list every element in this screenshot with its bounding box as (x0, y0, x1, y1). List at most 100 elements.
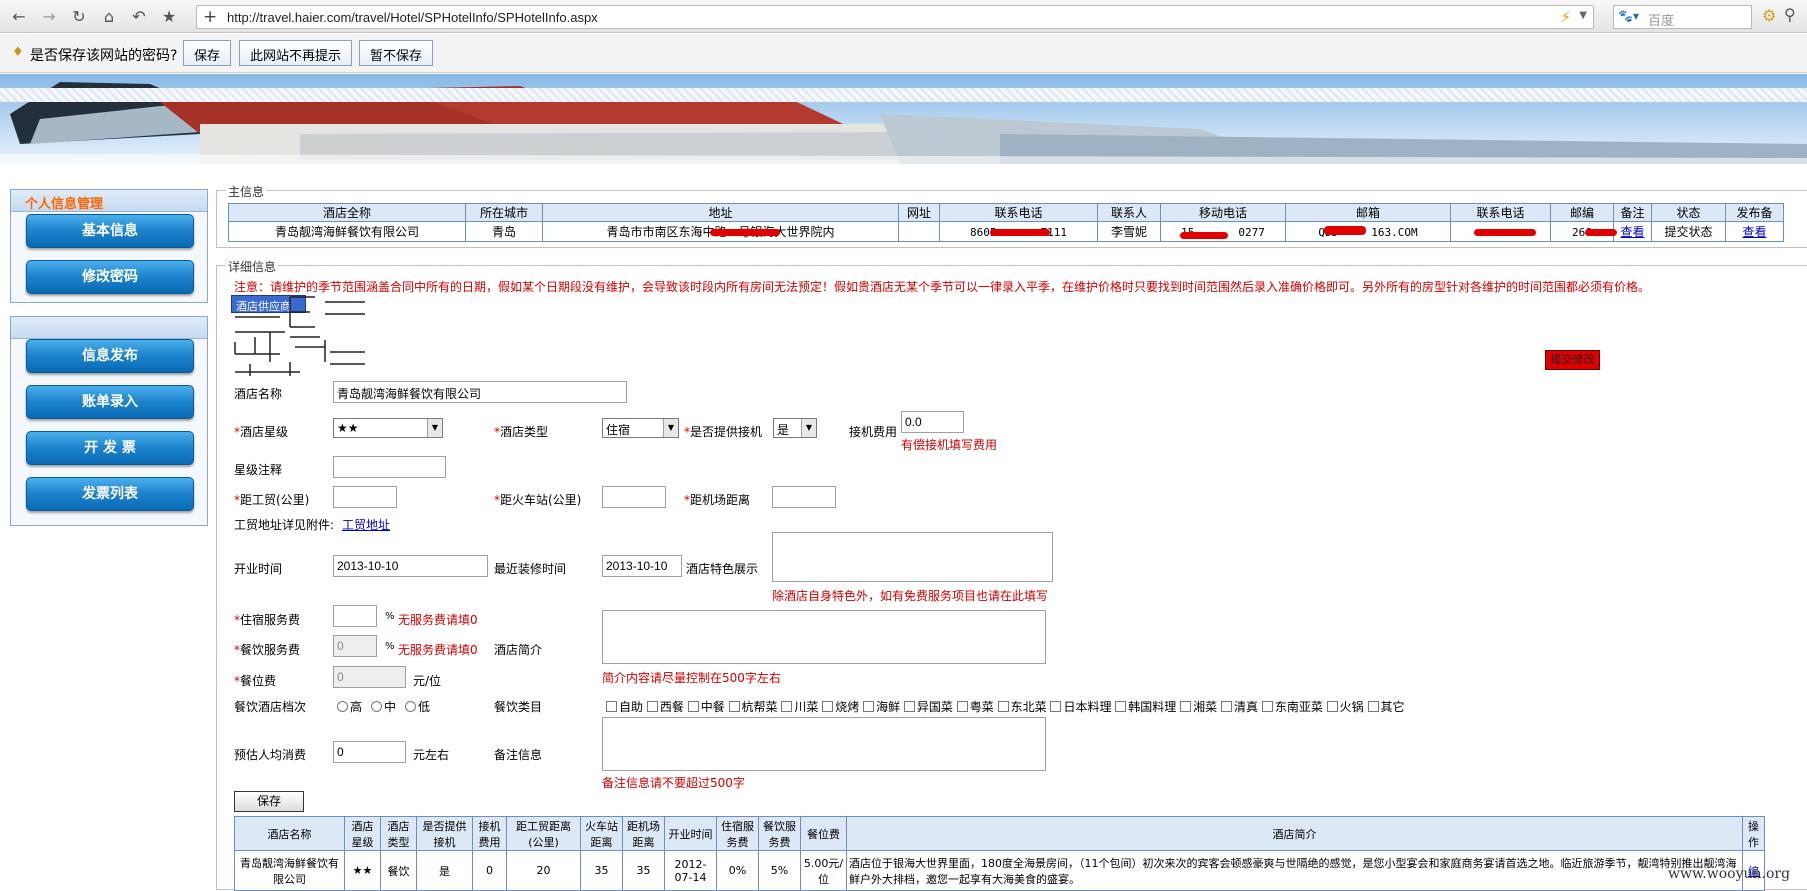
radio-icon[interactable] (337, 701, 348, 712)
chevron-down-icon[interactable]: ▼ (427, 419, 442, 437)
cuisine-checkbox[interactable]: 湘菜 (1180, 700, 1217, 714)
lightning-icon[interactable]: ⚡ (1560, 8, 1571, 26)
scribble-graphic (234, 296, 365, 376)
cuisine-checkbox[interactable]: 东北菜 (997, 700, 1047, 714)
avg-spend-label: 预估人均消费 (234, 748, 307, 762)
sidebar-section-title-empty (11, 317, 207, 339)
dist-airport-label: *距机场距离 (684, 493, 751, 507)
star-note-label: 星级注释 (234, 463, 283, 477)
search-input[interactable]: 🐾▾ 百度 (1613, 5, 1752, 29)
detail-legend: 详细信息 (226, 258, 279, 275)
cuisine-checkbox[interactable]: 火锅 (1326, 700, 1364, 714)
cuisine-checkbox[interactable]: 自助 (606, 700, 643, 714)
pickup-fee-input[interactable]: 0.0 (901, 411, 964, 433)
issue-invoice-button[interactable]: 开 发 票 (26, 431, 194, 465)
percent-sign: % (385, 641, 395, 652)
lodge-fee-input[interactable] (333, 605, 377, 627)
chevron-down-icon[interactable]: ▼ (663, 419, 678, 437)
chevron-down-icon[interactable]: ▼ (1579, 10, 1587, 21)
lodge-fee-hint: 无服务费请填0 (398, 613, 478, 627)
renov-date-input[interactable]: 2013-10-10 (602, 555, 682, 577)
bill-entry-button[interactable]: 账单录入 (26, 385, 194, 419)
not-now-button[interactable]: 暂不保存 (359, 40, 434, 66)
dining-fee-label: *餐饮服务费 (234, 643, 301, 657)
submit-edit-button[interactable]: 提交修改 (1545, 350, 1600, 370)
dist-train-input[interactable] (602, 486, 666, 508)
chevron-down-icon[interactable]: ▼ (801, 419, 816, 437)
avg-spend-input[interactable]: 0 (333, 741, 406, 763)
redaction-mark (1324, 226, 1366, 235)
email-cell: QDD 163.COM (1285, 221, 1451, 242)
search-icon[interactable]: ⚲ (1784, 5, 1796, 24)
radio-icon[interactable] (405, 701, 416, 712)
grade-radio-mid[interactable]: 中 (371, 698, 396, 715)
change-password-button[interactable]: 修改密码 (26, 260, 194, 294)
publish-info-button[interactable]: 信息发布 (26, 339, 194, 373)
trade-addr-link[interactable]: 工贸地址 (342, 516, 390, 533)
cuisine-checkbox[interactable]: 日本料理 (1050, 700, 1111, 714)
type-select[interactable]: 住宿 ▼ (602, 418, 679, 438)
reload-icon[interactable]: ↻ (68, 6, 90, 28)
grade-radio-high[interactable]: 高 (337, 698, 362, 715)
remark-label: 备注信息 (494, 748, 543, 762)
star-select[interactable]: ★★ ▼ (333, 418, 443, 438)
col-header: 火车站距离 (580, 816, 623, 851)
remark-textarea[interactable] (602, 717, 1046, 771)
col-header: 距机场距离 (622, 816, 665, 851)
intro-label: 酒店简介 (494, 643, 543, 657)
pickup-select[interactable]: 是 ▼ (773, 418, 817, 438)
forward-icon[interactable]: → (38, 6, 60, 28)
redaction-mark (1180, 232, 1228, 239)
col-header: 酒店名称 (234, 816, 345, 851)
address-bar[interactable]: + http://travel.haier.com/travel/Hotel/S… (196, 5, 1594, 29)
home-icon[interactable]: ⌂ (98, 6, 120, 28)
dining-fee-hint: 无服务费请填0 (398, 643, 478, 657)
city-cell: 青岛 (465, 221, 543, 242)
cuisine-checkbox[interactable]: 粤菜 (956, 700, 994, 714)
cuisine-checkbox[interactable]: 中餐 (687, 700, 725, 714)
grade-radio-low[interactable]: 低 (405, 698, 430, 715)
cuisine-checkbox[interactable]: 川菜 (781, 700, 818, 714)
cuisine-checkbox[interactable]: 韩国料理 (1115, 700, 1176, 714)
new-tab-icon[interactable]: + (203, 7, 217, 27)
key-icon[interactable]: ⚙ (1762, 6, 1776, 25)
sidebar-section-title: 个人信息管理 (11, 190, 207, 212)
seat-fee-input[interactable]: 0 (333, 666, 406, 688)
intro-textarea[interactable] (602, 610, 1046, 664)
cuisine-checkbox[interactable]: 其它 (1367, 700, 1405, 714)
dining-fee-input[interactable]: 0 (333, 635, 377, 657)
dist-trade-input[interactable] (333, 486, 397, 508)
col-header: 地址 (542, 203, 899, 222)
dist-trade-label: *距工贸(公里) (234, 493, 310, 507)
back-icon[interactable]: ← (8, 6, 30, 28)
cuisine-checkbox[interactable]: 杭帮菜 (728, 700, 778, 714)
star-icon[interactable]: ★ (158, 6, 180, 28)
publish-view-link[interactable]: 查看 (1742, 225, 1766, 239)
open-date-input[interactable]: 2013-10-10 (333, 555, 488, 577)
cuisine-checkbox[interactable]: 清真 (1220, 700, 1258, 714)
undo-icon[interactable]: ↶ (128, 6, 150, 28)
col-header: 操作 (1742, 816, 1765, 851)
basic-info-button[interactable]: 基本信息 (26, 214, 194, 248)
cuisine-label: 餐饮类目 (494, 700, 543, 714)
dist-airport-input[interactable] (772, 486, 836, 508)
cuisine-checkbox[interactable]: 异国菜 (903, 700, 953, 714)
star-note-input[interactable] (333, 456, 446, 478)
remark-view-link[interactable]: 查看 (1620, 225, 1644, 239)
col-header: 联系电话 (939, 203, 1098, 222)
cuisine-checkbox[interactable]: 海鲜 (863, 700, 900, 714)
never-prompt-button[interactable]: 此网站不再提示 (239, 40, 353, 66)
save-button[interactable]: 保存 (234, 791, 304, 812)
cuisine-checkbox[interactable]: 东南亚菜 (1261, 700, 1323, 714)
save-password-button[interactable]: 保存 (183, 40, 232, 66)
invoice-list-button[interactable]: 发票列表 (26, 477, 194, 511)
cuisine-checkbox[interactable]: 烧烤 (822, 700, 859, 714)
hotel-name-input[interactable]: 青岛靓湾海鲜餐饮有限公司 (333, 381, 627, 403)
paw-icon[interactable]: 🐾▾ (1618, 9, 1642, 23)
radio-icon[interactable] (371, 701, 382, 712)
feature-textarea[interactable] (772, 532, 1053, 582)
col-header: 所在城市 (465, 203, 543, 222)
cuisine-checkbox[interactable]: 西餐 (646, 700, 684, 714)
redaction-mark (990, 229, 1050, 236)
redaction-mark (1585, 229, 1617, 236)
